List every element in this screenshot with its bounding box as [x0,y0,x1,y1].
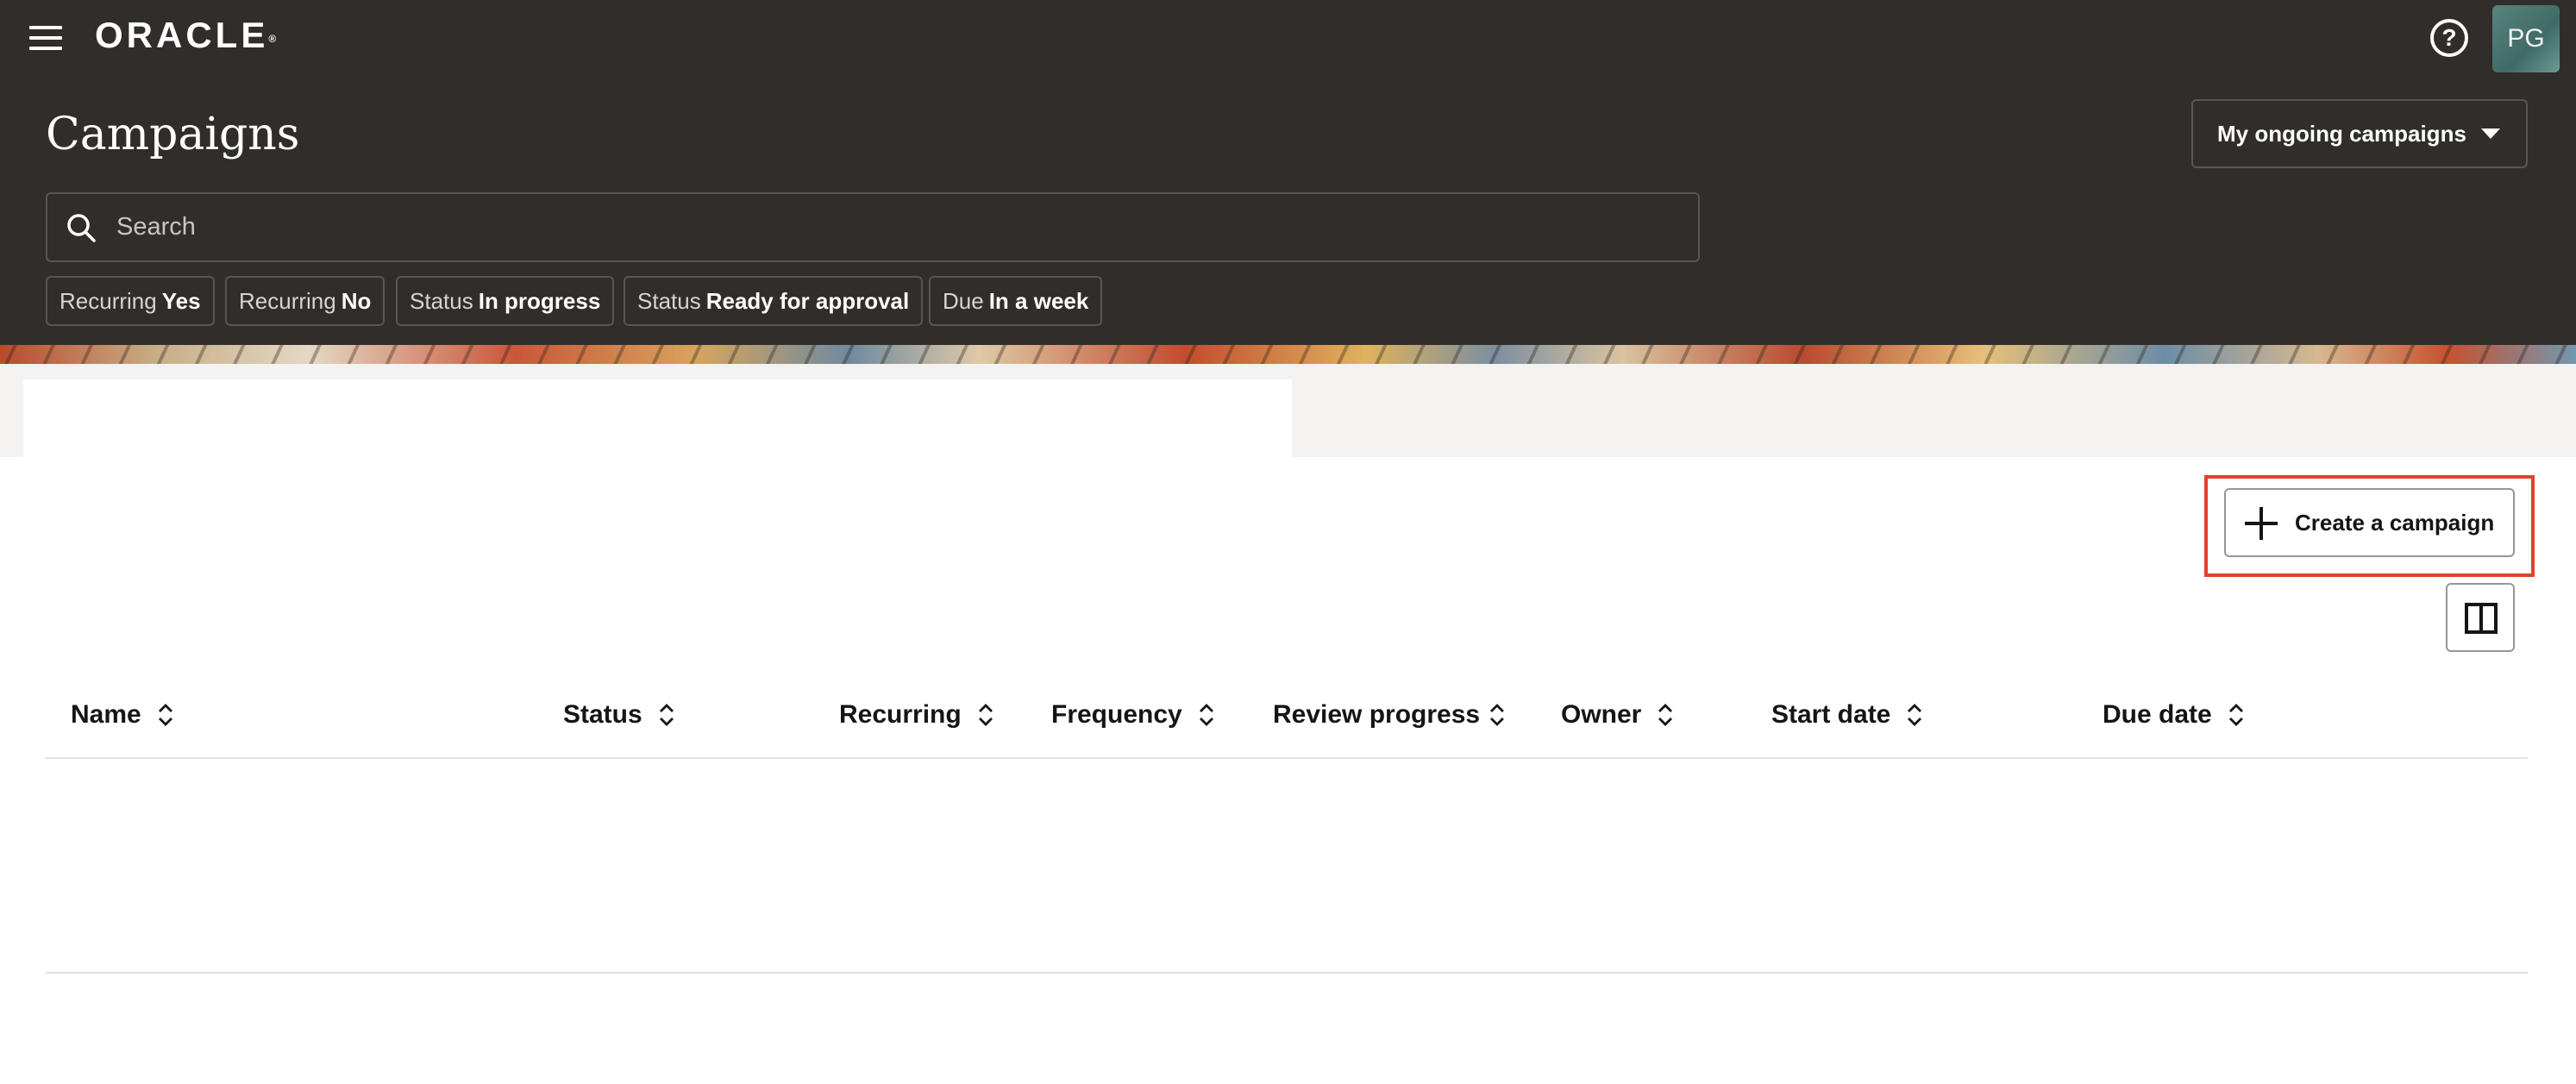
filter-value: In a week [988,288,1089,314]
filter-chip-recurring-yes[interactable]: Recurring Yes [46,276,215,326]
caret-down-icon [2481,128,2500,139]
column-header-frequency[interactable]: Frequency [1051,686,1250,743]
filter-key: Recurring [239,288,336,314]
column-header-owner[interactable]: Owner [1561,686,1733,743]
column-header-due-date[interactable]: Due date [2103,686,2301,743]
filter-key: Recurring [60,288,157,314]
filter-value: Ready for approval [705,288,910,314]
view-selector-dropdown[interactable]: My ongoing campaigns [2191,99,2528,168]
user-avatar[interactable]: PG [2492,5,2560,72]
filter-chip-status-ready-for-approval[interactable]: Status Ready for approval [624,276,924,326]
app-header [0,0,2576,345]
decorative-banner [0,345,2576,364]
column-layout-icon [2465,603,2498,634]
plus-icon [2245,507,2278,540]
filter-key: Due [943,288,984,314]
filter-key: Status [637,288,701,314]
column-header-recurring[interactable]: Recurring [839,686,1029,743]
create-campaign-label: Create a campaign [2295,510,2495,536]
search-input[interactable]: Search [46,192,1700,262]
sort-up-down-icon [978,704,993,726]
sort-up-down-icon [2228,704,2243,726]
column-header-name[interactable]: Name [71,686,243,743]
sort-up-down-icon [659,704,674,726]
oracle-logo[interactable]: ORACLE® [95,16,276,55]
filter-chip-due-in-a-week[interactable]: Due In a week [929,276,1103,326]
table-bottom-divider [46,972,2528,974]
filter-value: No [341,288,372,314]
sort-up-down-icon [1490,704,1505,726]
column-header-review-progress[interactable]: Review progress [1273,686,1506,743]
column-header-label: Review progress [1273,700,1481,729]
column-header-label: Due date [2103,700,2212,729]
filter-key: Status [410,288,473,314]
sort-up-down-icon [158,704,172,726]
view-selector-label: My ongoing campaigns [2217,121,2466,147]
filter-value: In progress [478,288,601,314]
create-campaign-button[interactable]: Create a campaign [2224,488,2515,557]
filter-chip-status-in-progress[interactable]: Status In progress [396,276,615,326]
filter-value: Yes [161,288,201,314]
active-tab-panel [23,379,1292,457]
column-header-label: Start date [1771,700,1891,729]
page-title: Campaigns [46,109,300,160]
column-header-label: Owner [1561,700,1642,729]
column-header-status[interactable]: Status [563,686,736,743]
sort-up-down-icon [1658,704,1673,726]
column-layout-button[interactable] [2446,583,2515,652]
search-placeholder: Search [116,213,196,241]
help-circle-icon[interactable]: ? [2430,19,2468,57]
search-icon [67,214,96,242]
sort-up-down-icon [1199,704,1213,726]
table-header-divider [46,757,2528,759]
column-header-label: Recurring [839,700,962,729]
column-header-label: Name [71,700,141,729]
sort-up-down-icon [1908,704,1922,726]
column-header-label: Frequency [1051,700,1182,729]
column-header-label: Status [563,700,642,729]
hamburger-menu-icon[interactable] [26,22,66,53]
filter-chip-recurring-no[interactable]: Recurring No [225,276,385,326]
column-header-start-date[interactable]: Start date [1771,686,1970,743]
